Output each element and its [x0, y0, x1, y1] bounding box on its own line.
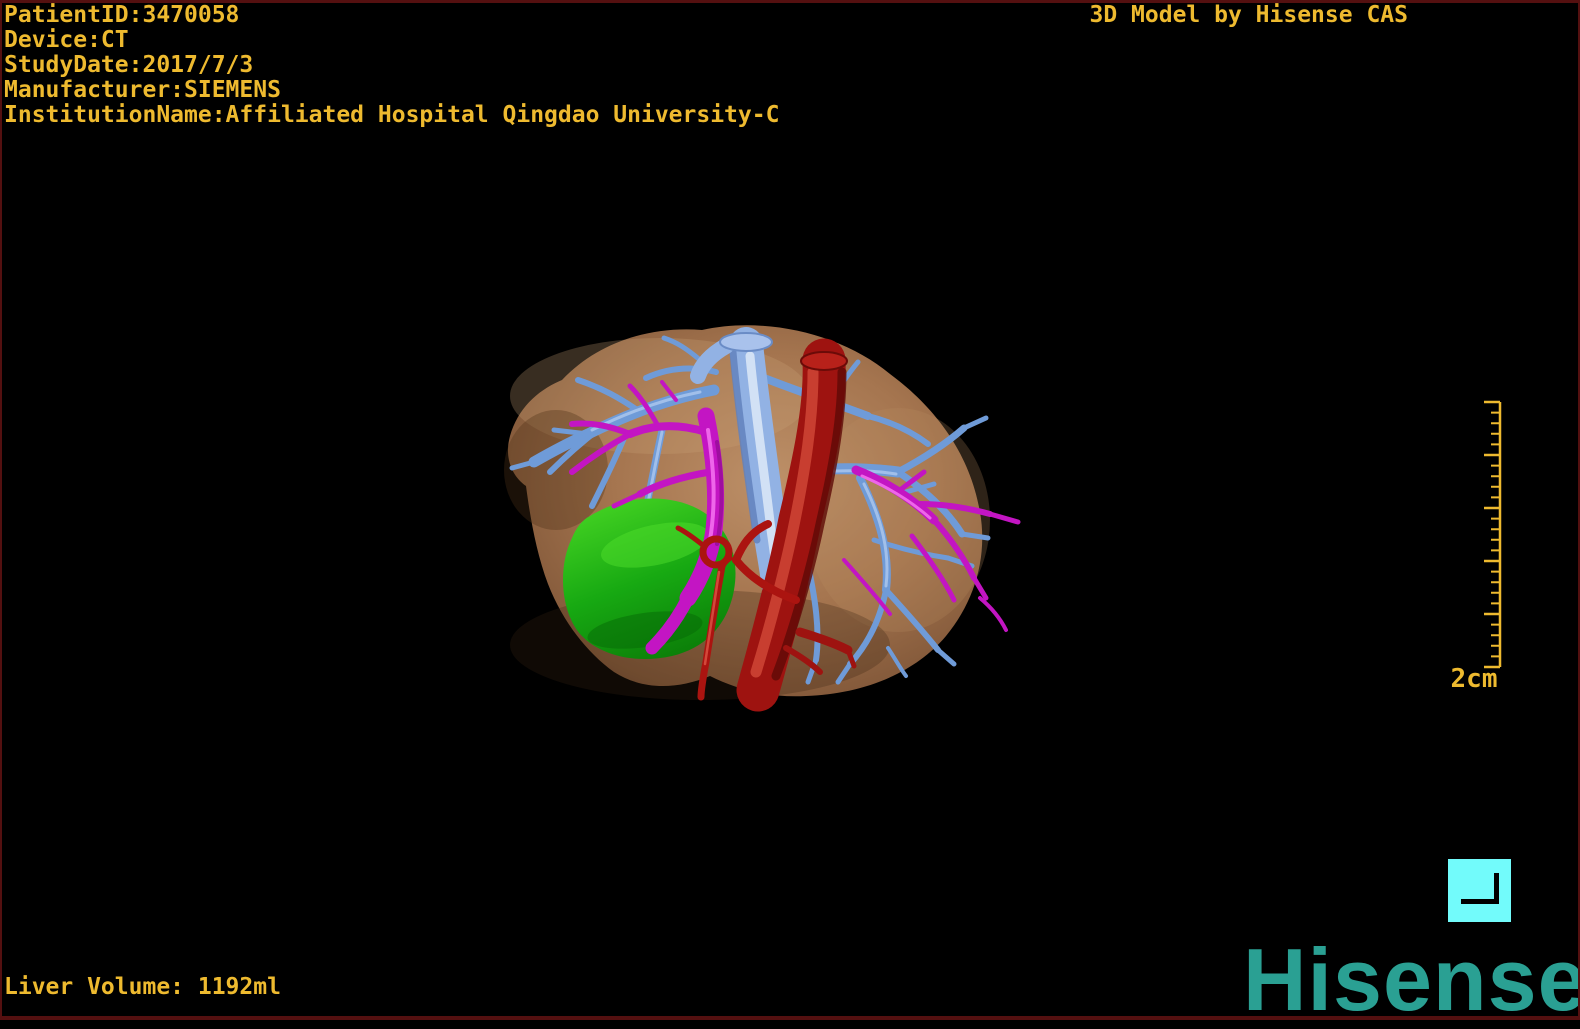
- study-date-text: StudyDate:2017/7/3: [4, 52, 254, 78]
- ruler-major-ticks: [1484, 400, 1500, 669]
- institution-text: InstitutionName:Affiliated Hospital Qing…: [4, 102, 780, 128]
- liver-volume-text: Liver Volume: 1192ml: [4, 974, 281, 1000]
- patient-info-block: PatientID:3470058 Device:CT StudyDate:20…: [4, 3, 779, 128]
- view-orientation-button[interactable]: [1448, 859, 1511, 922]
- scale-ruler: [1484, 400, 1502, 669]
- scale-label: 2cm: [1450, 664, 1498, 694]
- patient-id-text: PatientID:3470058: [4, 2, 240, 28]
- screen: { "overlay": { "patient_id": "PatientID:…: [0, 0, 1580, 1024]
- manufacturer-text: Manufacturer:SIEMENS: [4, 77, 281, 103]
- device-text: Device:CT: [4, 27, 129, 53]
- ruler-minor-ticks: [1491, 411, 1500, 658]
- model-viewport[interactable]: [0, 0, 1580, 1020]
- hisense-logo: Hisense: [1243, 930, 1580, 1029]
- watermark-text: 3D Model by Hisense CAS: [1089, 2, 1409, 28]
- corner-bracket-icon: [1461, 873, 1499, 904]
